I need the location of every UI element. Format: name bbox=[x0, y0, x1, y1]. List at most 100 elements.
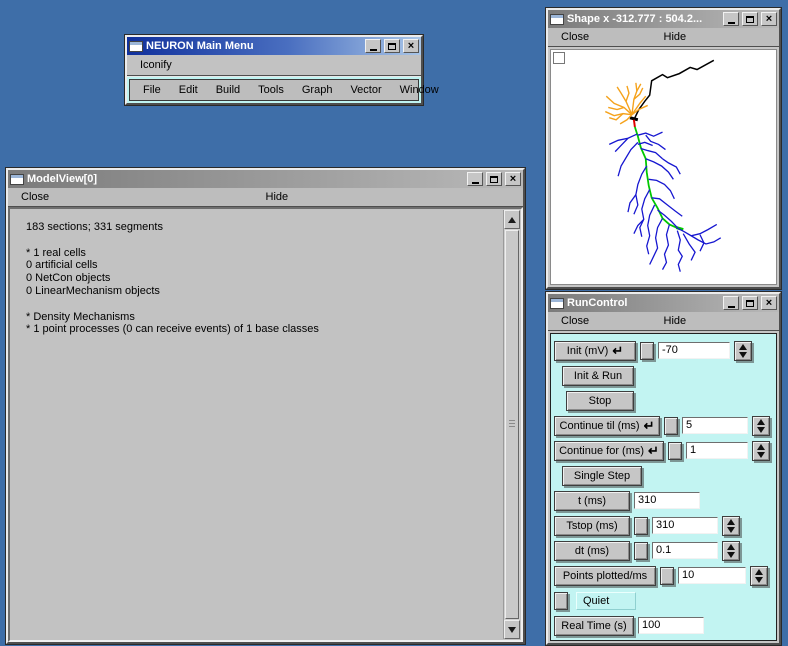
continue-for-ms-button[interactable]: Continue for (ms)↵ bbox=[554, 441, 664, 461]
points-plotted-ms-field[interactable]: 10 bbox=[678, 567, 746, 584]
points-plotted-ms-checkbox[interactable] bbox=[660, 567, 674, 585]
menu-item-graph[interactable]: Graph bbox=[293, 84, 342, 96]
minimize-button[interactable] bbox=[365, 39, 381, 53]
close-button[interactable]: × bbox=[505, 172, 521, 186]
titlebar-shape[interactable]: Shape x -312.777 : 504.2... × bbox=[548, 10, 779, 28]
menu-item-file[interactable]: File bbox=[134, 84, 170, 96]
window-neuron-main-menu: NEURON Main Menu × Iconify FileEditBuild… bbox=[125, 35, 423, 105]
continue-til-ms-field[interactable]: 5 bbox=[682, 417, 748, 434]
titlebar-neuron-main-menu[interactable]: NEURON Main Menu × bbox=[127, 37, 421, 55]
spinner-down-icon[interactable] bbox=[757, 452, 765, 458]
close-button[interactable]: × bbox=[403, 39, 419, 53]
modelview-text-line: * Density Mechanisms bbox=[26, 311, 483, 324]
maximize-button[interactable] bbox=[384, 39, 400, 53]
continue-til-ms-button[interactable]: Continue til (ms)↵ bbox=[554, 416, 660, 436]
scroll-down-button[interactable] bbox=[504, 620, 520, 639]
t-ms-button[interactable]: t (ms) bbox=[554, 491, 630, 511]
maximize-button[interactable] bbox=[486, 172, 502, 186]
menu-item-window[interactable]: Window bbox=[391, 84, 448, 96]
menu-item-vector[interactable]: Vector bbox=[341, 84, 390, 96]
continue-for-ms-field[interactable]: 1 bbox=[686, 442, 748, 459]
morphology-path bbox=[605, 112, 632, 116]
spinner-up-icon[interactable] bbox=[757, 419, 765, 425]
close-button[interactable]: × bbox=[761, 12, 777, 26]
spinner-down-icon[interactable] bbox=[727, 552, 735, 558]
morphology-path bbox=[634, 166, 647, 214]
init-mv-spinner[interactable] bbox=[734, 341, 752, 361]
window-title: Shape x -312.777 : 504.2... bbox=[567, 13, 720, 25]
close-button[interactable]: × bbox=[761, 296, 777, 310]
hide-menu-item[interactable]: Hide bbox=[664, 31, 687, 43]
morphology-path bbox=[618, 142, 638, 176]
close-menu-item[interactable]: Close bbox=[561, 31, 589, 43]
scrollbar-thumb[interactable] bbox=[505, 230, 519, 619]
spinner-down-icon[interactable] bbox=[727, 527, 735, 533]
spinner-down-icon[interactable] bbox=[757, 427, 765, 433]
spinner-up-icon[interactable] bbox=[727, 519, 735, 525]
quiet-checkbox[interactable] bbox=[554, 592, 568, 610]
menu-item-build[interactable]: Build bbox=[207, 84, 249, 96]
stop-button[interactable]: Stop bbox=[566, 391, 634, 411]
minimize-icon bbox=[728, 306, 735, 308]
morphology-path bbox=[663, 224, 670, 269]
runcontrol-row: Real Time (s)100 bbox=[554, 613, 773, 638]
real-time-s-button[interactable]: Real Time (s) bbox=[554, 616, 634, 636]
dt-ms-field[interactable]: 0.1 bbox=[652, 542, 718, 559]
points-plotted-ms-button[interactable]: Points plotted/ms bbox=[554, 566, 656, 586]
points-plotted-ms-spinner[interactable] bbox=[750, 566, 768, 586]
real-time-s-field[interactable]: 100 bbox=[638, 617, 704, 634]
spinner-up-icon[interactable] bbox=[757, 444, 765, 450]
continue-for-ms-spinner[interactable] bbox=[752, 441, 770, 461]
init-mv-checkbox[interactable] bbox=[640, 342, 654, 360]
runcontrol-row: Continue for (ms)↵ 1 bbox=[554, 438, 773, 463]
minimize-button[interactable] bbox=[467, 172, 483, 186]
window-icon bbox=[550, 14, 564, 25]
tstop-ms-checkbox[interactable] bbox=[634, 517, 648, 535]
init-run-button[interactable]: Init & Run bbox=[562, 366, 634, 386]
window-runcontrol: RunControl × Close Hide Init (mV)↵ -70 Ini… bbox=[546, 292, 781, 645]
spinner-up-icon[interactable] bbox=[739, 344, 747, 350]
runcontrol-row: Init & Run bbox=[554, 363, 773, 388]
iconify-menu-item[interactable]: Iconify bbox=[127, 55, 421, 76]
dt-ms-spinner[interactable] bbox=[722, 541, 740, 561]
init-mv-button[interactable]: Init (mV)↵ bbox=[554, 341, 636, 361]
window-modelview: ModelView[0] × Close Hide 183 sections; … bbox=[6, 168, 525, 644]
hide-menu-item[interactable]: Hide bbox=[266, 191, 289, 203]
shape-menubar: Close Hide bbox=[548, 28, 779, 47]
shape-menu-box[interactable] bbox=[553, 52, 565, 64]
continue-til-ms-spinner[interactable] bbox=[752, 416, 770, 436]
titlebar-modelview[interactable]: ModelView[0] × bbox=[8, 170, 523, 188]
titlebar-runcontrol[interactable]: RunControl × bbox=[548, 294, 779, 312]
dt-ms-button[interactable]: dt (ms) bbox=[554, 541, 630, 561]
spinner-down-icon[interactable] bbox=[755, 577, 763, 583]
spinner-down-icon[interactable] bbox=[739, 352, 747, 358]
minimize-button[interactable] bbox=[723, 12, 739, 26]
close-menu-item[interactable]: Close bbox=[21, 191, 49, 203]
vertical-scrollbar[interactable] bbox=[503, 210, 520, 639]
menu-item-edit[interactable]: Edit bbox=[170, 84, 207, 96]
spinner-up-icon[interactable] bbox=[755, 569, 763, 575]
spinner-up-icon[interactable] bbox=[727, 544, 735, 550]
menu-item-tools[interactable]: Tools bbox=[249, 84, 293, 96]
tstop-ms-button[interactable]: Tstop (ms) bbox=[554, 516, 630, 536]
scroll-up-button[interactable] bbox=[504, 210, 520, 229]
close-menu-item[interactable]: Close bbox=[561, 315, 589, 327]
continue-til-ms-checkbox[interactable] bbox=[664, 417, 678, 435]
tstop-ms-field[interactable]: 310 bbox=[652, 517, 718, 534]
single-step-button[interactable]: Single Step bbox=[562, 466, 642, 486]
minimize-icon bbox=[472, 182, 479, 184]
minimize-button[interactable] bbox=[723, 296, 739, 310]
close-icon: × bbox=[766, 14, 772, 25]
tstop-ms-spinner[interactable] bbox=[722, 516, 740, 536]
init-mv-field[interactable]: -70 bbox=[658, 342, 730, 359]
morphology-path bbox=[637, 84, 641, 91]
maximize-button[interactable] bbox=[742, 12, 758, 26]
dt-ms-checkbox[interactable] bbox=[634, 542, 648, 560]
hide-menu-item[interactable]: Hide bbox=[664, 315, 687, 327]
t-ms-field[interactable]: 310 bbox=[634, 492, 700, 509]
maximize-icon bbox=[490, 176, 498, 183]
morphology-path bbox=[617, 87, 632, 115]
shape-plot-canvas[interactable] bbox=[550, 49, 777, 285]
continue-for-ms-checkbox[interactable] bbox=[668, 442, 682, 460]
maximize-button[interactable] bbox=[742, 296, 758, 310]
